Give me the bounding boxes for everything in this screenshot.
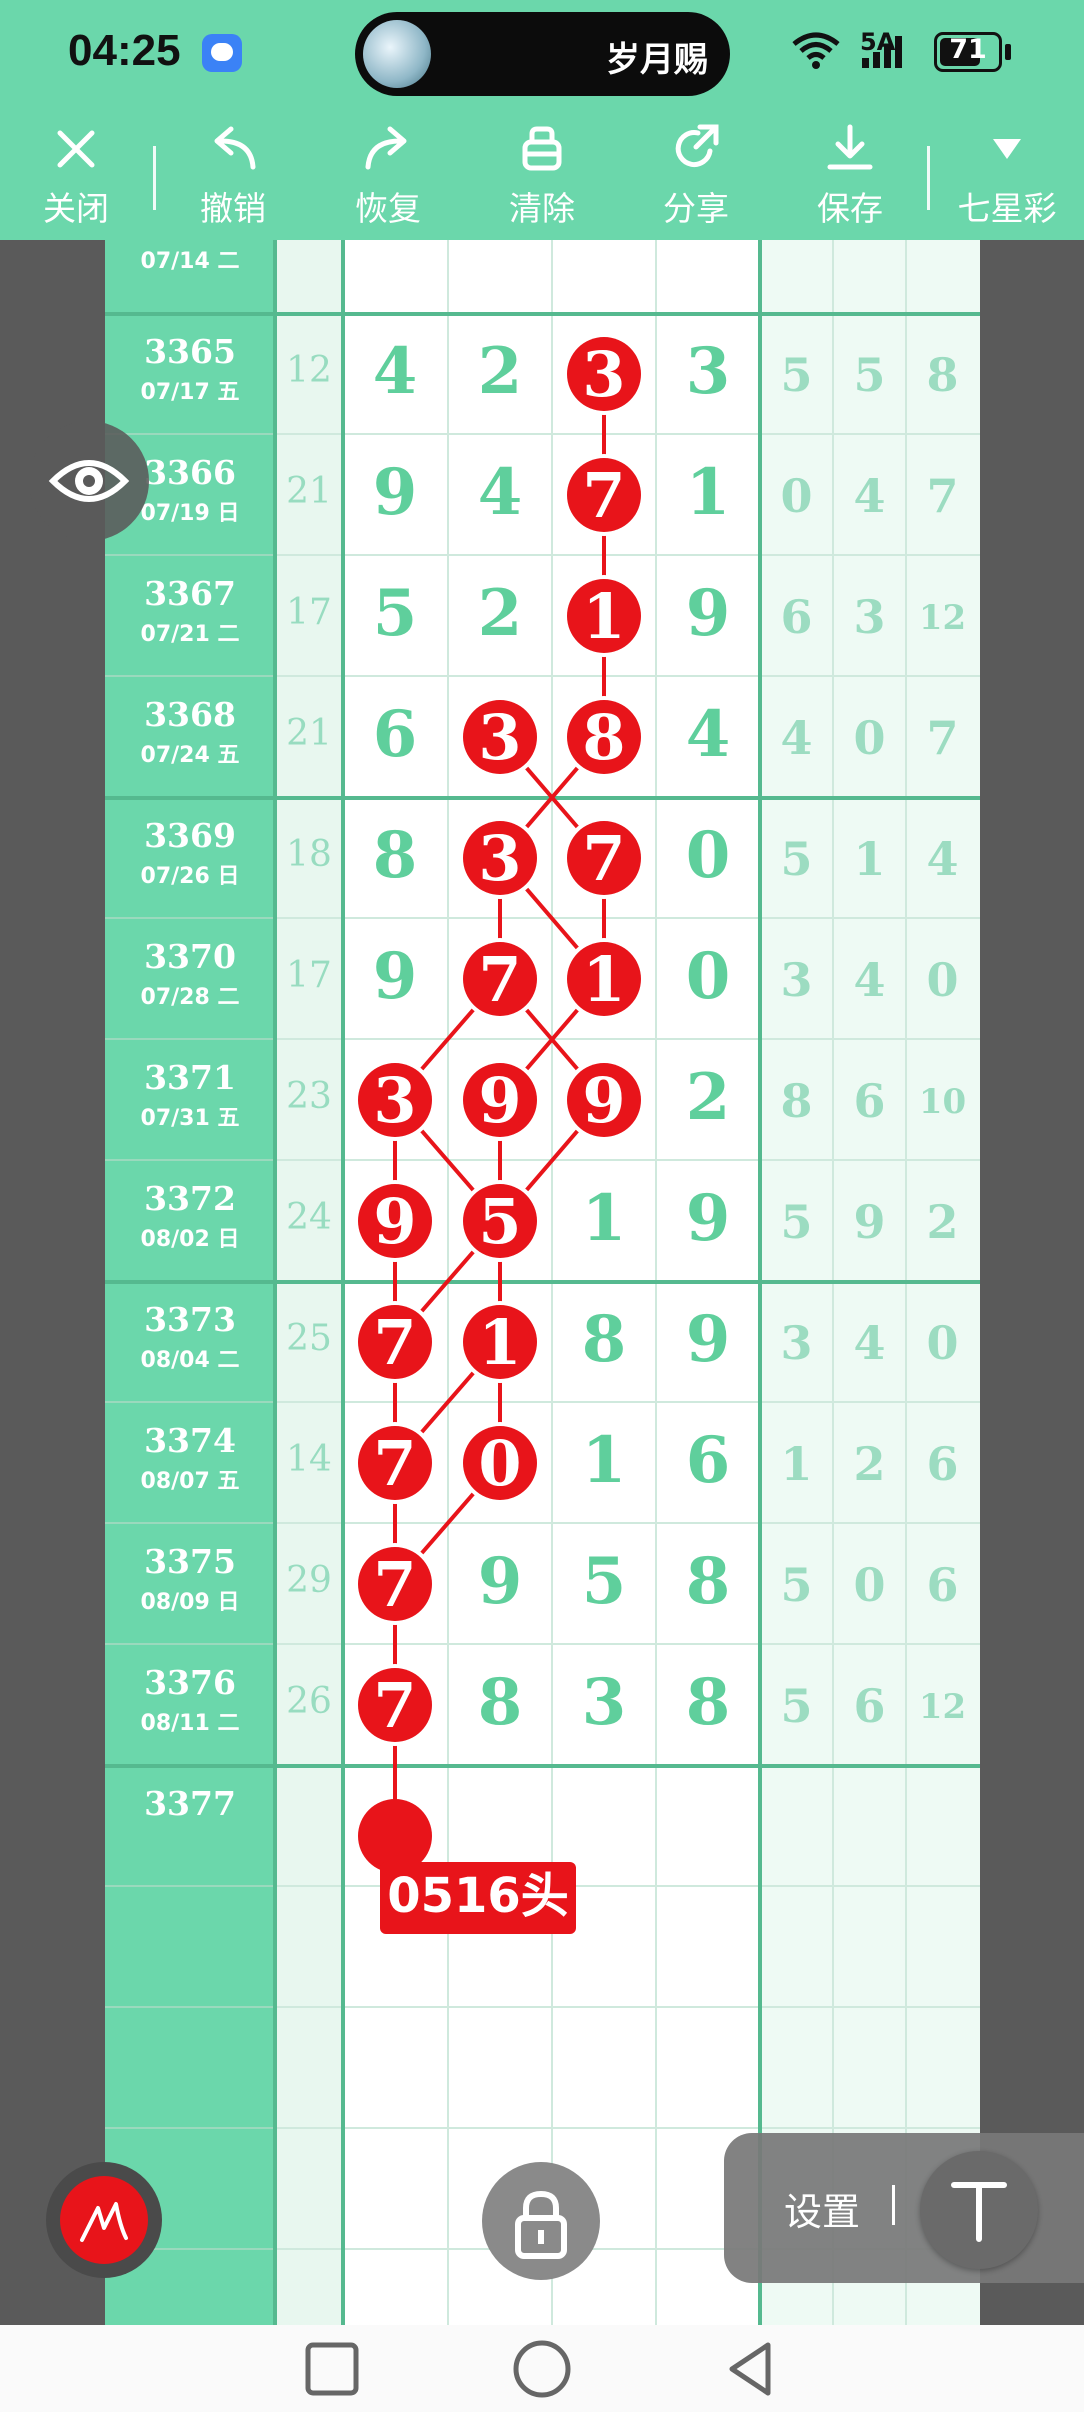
pen-icon bbox=[80, 2202, 128, 2242]
marked-digit[interactable]: 3 bbox=[354, 1059, 436, 1141]
status-time: 04:25 bbox=[68, 26, 181, 75]
recent-apps-icon[interactable] bbox=[302, 2339, 362, 2399]
close-button[interactable]: 关闭 bbox=[16, 118, 136, 230]
marked-digit[interactable]: 7 bbox=[354, 1422, 436, 1504]
marked-digit[interactable]: 0 bbox=[459, 1422, 541, 1504]
marked-digit-value: 7 bbox=[582, 822, 625, 895]
redo-button[interactable]: 恢复 bbox=[328, 118, 448, 230]
marked-digit[interactable]: 1 bbox=[563, 575, 645, 657]
dropdown-triangle-icon bbox=[993, 139, 1021, 159]
lottery-type-label: 七星彩 bbox=[957, 189, 1057, 228]
marked-digit[interactable]: 7 bbox=[354, 1664, 436, 1746]
back-icon[interactable] bbox=[720, 2339, 780, 2399]
settings-panel: 设置 bbox=[724, 2133, 1084, 2283]
marked-digit[interactable]: 3 bbox=[459, 696, 541, 778]
share-button[interactable]: 分享 bbox=[636, 118, 756, 230]
marked-digit[interactable]: 9 bbox=[354, 1180, 436, 1262]
annotation-text: 0516头 bbox=[387, 1868, 569, 1924]
eraser-icon bbox=[522, 126, 562, 171]
marked-digit[interactable]: 8 bbox=[563, 696, 645, 778]
prediction-marker[interactable] bbox=[358, 1799, 432, 1873]
clear-label: 清除 bbox=[509, 189, 575, 228]
close-label: 关闭 bbox=[43, 189, 109, 228]
marked-digit[interactable]: 9 bbox=[459, 1059, 541, 1141]
marked-digit-value: 7 bbox=[373, 1427, 416, 1500]
home-icon[interactable] bbox=[510, 2337, 574, 2401]
eye-icon bbox=[48, 460, 130, 502]
cellular-signal-icon bbox=[862, 36, 902, 68]
undo-icon bbox=[214, 126, 256, 170]
settings-button[interactable]: 设置 bbox=[784, 2181, 860, 2236]
annotation-label[interactable]: 0516头 bbox=[380, 1862, 576, 1934]
marked-digit[interactable]: 7 bbox=[563, 817, 645, 899]
redo-icon bbox=[365, 126, 407, 170]
media-thumbnail bbox=[363, 20, 431, 88]
marked-digit-value: 9 bbox=[373, 1185, 416, 1258]
marked-digit[interactable]: 1 bbox=[459, 1301, 541, 1383]
status-bar: 04:25 岁月赐 5A 71 bbox=[0, 0, 1084, 110]
marked-digit-value: 1 bbox=[582, 943, 625, 1016]
marked-digit-value: 9 bbox=[478, 1064, 521, 1137]
wifi-icon bbox=[792, 32, 840, 69]
redo-label: 恢复 bbox=[355, 189, 421, 228]
battery-percent: 71 bbox=[949, 34, 987, 65]
marked-digit[interactable]: 7 bbox=[459, 938, 541, 1020]
marked-digit-value: 7 bbox=[478, 943, 521, 1016]
pen-color-swatch bbox=[60, 2176, 148, 2264]
download-icon bbox=[827, 124, 873, 170]
save-label: 保存 bbox=[817, 189, 883, 228]
marked-digit-value: 3 bbox=[582, 338, 625, 411]
share-label: 分享 bbox=[663, 189, 729, 228]
marked-digit-value: 7 bbox=[373, 1548, 416, 1621]
marked-digit[interactable]: 7 bbox=[354, 1543, 436, 1625]
lock-button[interactable] bbox=[482, 2162, 600, 2280]
text-tool-button[interactable] bbox=[920, 2151, 1038, 2269]
marked-digit[interactable]: 7 bbox=[354, 1301, 436, 1383]
clear-button[interactable]: 清除 bbox=[482, 118, 602, 230]
marked-digit[interactable]: 9 bbox=[563, 1059, 645, 1141]
system-navigation-bar bbox=[0, 2325, 1084, 2412]
undo-label: 撤销 bbox=[200, 189, 266, 228]
marked-digit-value: 8 bbox=[582, 701, 625, 774]
marked-digit-value: 1 bbox=[582, 580, 625, 653]
marked-digit[interactable]: 5 bbox=[459, 1180, 541, 1262]
trend-chart-table[interactable]: 07/14 二165124946336507/17 五1242335583366… bbox=[105, 240, 980, 2325]
media-pill[interactable]: 岁月赐 bbox=[355, 12, 730, 96]
marked-digit[interactable]: 7 bbox=[563, 454, 645, 536]
lock-icon bbox=[515, 2190, 567, 2259]
lottery-type-selector[interactable]: 七星彩 bbox=[947, 118, 1067, 230]
media-title: 岁月赐 bbox=[606, 40, 708, 80]
marked-digit[interactable]: 1 bbox=[563, 938, 645, 1020]
toolbar-divider bbox=[153, 146, 156, 210]
marked-digit-value: 7 bbox=[582, 459, 625, 532]
marked-digit[interactable]: 3 bbox=[459, 817, 541, 899]
marked-digit-value: 3 bbox=[478, 701, 521, 774]
undo-button[interactable]: 撤销 bbox=[173, 118, 293, 230]
share-icon bbox=[675, 124, 719, 168]
pen-tool-button[interactable] bbox=[46, 2162, 162, 2278]
battery-tip bbox=[1005, 44, 1011, 60]
text-tool-icon bbox=[951, 2182, 1007, 2242]
save-button[interactable]: 保存 bbox=[790, 118, 910, 230]
marked-digit[interactable]: 3 bbox=[563, 333, 645, 415]
marked-digit-value: 0 bbox=[478, 1427, 521, 1500]
message-notification-icon bbox=[202, 34, 242, 72]
marked-digit-value: 7 bbox=[373, 1669, 416, 1742]
drawing-toolbar: 关闭 撤销 恢复 清除 分享 保存 七星彩 bbox=[0, 110, 1084, 240]
drawing-overlay[interactable]: 3713 83 77 13 9 99 57 17 0770516头 bbox=[105, 240, 980, 2325]
close-icon bbox=[57, 130, 95, 168]
marked-digit-value: 3 bbox=[478, 822, 521, 895]
settings-divider bbox=[892, 2185, 895, 2225]
visibility-toggle-button[interactable] bbox=[29, 421, 149, 541]
marked-digit-value: 1 bbox=[478, 1306, 521, 1379]
battery-icon: 71 bbox=[934, 32, 1002, 72]
marked-digit-value: 7 bbox=[373, 1306, 416, 1379]
marked-digit-value: 9 bbox=[582, 1064, 625, 1137]
toolbar-divider bbox=[927, 146, 930, 210]
marked-digit-value: 5 bbox=[478, 1185, 521, 1258]
marked-digit-value: 3 bbox=[373, 1064, 416, 1137]
